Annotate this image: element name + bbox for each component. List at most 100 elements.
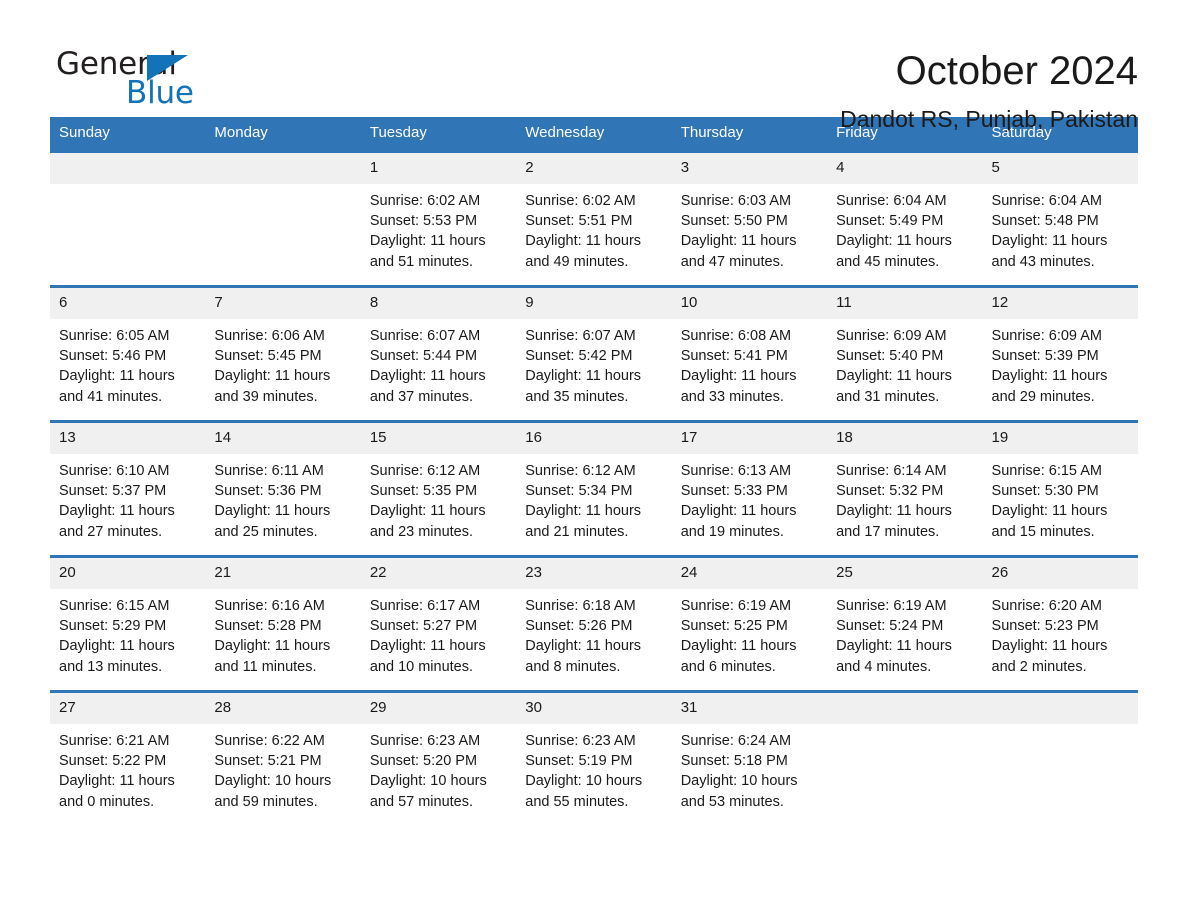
day-cell[interactable]: 4 Sunrise: 6:04 AM Sunset: 5:49 PM Daylight… bbox=[827, 151, 983, 287]
day-details: Sunrise: 6:21 AM Sunset: 5:22 PM Daylight:… bbox=[50, 724, 205, 812]
daylight-text: Daylight: 11 hours and 19 minutes. bbox=[680, 503, 797, 540]
day-cell-body: 10 Sunrise: 6:08 AM Sunset: 5:41 PM Dayligh… bbox=[671, 288, 828, 420]
sunrise-text: Sunrise: 6:15 AM bbox=[991, 463, 1102, 479]
sunrise-text: Sunrise: 6:07 AM bbox=[525, 328, 636, 344]
day-cell[interactable]: 8 Sunrise: 6:07 AM Sunset: 5:44 PM Daylight… bbox=[360, 286, 517, 422]
day-cell-body: 11 Sunrise: 6:09 AM Sunset: 5:40 PM Dayligh… bbox=[827, 288, 983, 420]
day-details: Sunrise: 6:16 AM Sunset: 5:28 PM Daylight:… bbox=[205, 589, 360, 677]
daylight-text: Daylight: 11 hours and 17 minutes. bbox=[836, 503, 952, 540]
day-cell[interactable]: 20 Sunrise: 6:15 AM Sunset: 5:29 PM Dayligh… bbox=[50, 556, 206, 692]
daylight-text: Daylight: 11 hours and 41 minutes. bbox=[59, 368, 175, 405]
sunrise-text: Sunrise: 6:06 AM bbox=[214, 328, 325, 344]
day-cell[interactable]: 25 Sunrise: 6:19 AM Sunset: 5:24 PM Dayligh… bbox=[827, 556, 983, 692]
day-cell[interactable]: 30 Sunrise: 6:23 AM Sunset: 5:19 PM Dayligh… bbox=[516, 691, 672, 825]
day-cell[interactable]: 31 Sunrise: 6:24 AM Sunset: 5:18 PM Dayligh… bbox=[671, 691, 828, 825]
day-cell[interactable]: 10 Sunrise: 6:08 AM Sunset: 5:41 PM Dayligh… bbox=[671, 286, 828, 422]
day-cell[interactable]: 23 Sunrise: 6:18 AM Sunset: 5:26 PM Dayligh… bbox=[516, 556, 672, 692]
day-details: Sunrise: 6:10 AM Sunset: 5:37 PM Daylight:… bbox=[50, 454, 205, 542]
page-header: General Blue October 2024 Dandot RS, Pun… bbox=[50, 0, 1138, 132]
day-details: Sunrise: 6:11 AM Sunset: 5:36 PM Daylight:… bbox=[205, 454, 360, 542]
daylight-text: Daylight: 11 hours and 43 minutes. bbox=[991, 233, 1108, 270]
day-cell[interactable]: 7 Sunrise: 6:06 AM Sunset: 5:45 PM Daylight… bbox=[205, 286, 361, 422]
sunrise-text: Sunrise: 6:09 AM bbox=[836, 328, 947, 344]
sunrise-text: Sunrise: 6:21 AM bbox=[59, 733, 170, 749]
daylight-text: Daylight: 11 hours and 37 minutes. bbox=[369, 368, 486, 405]
day-cell[interactable]: 15 Sunrise: 6:12 AM Sunset: 5:35 PM Dayligh… bbox=[360, 421, 517, 557]
day-cell[interactable]: 16 Sunrise: 6:12 AM Sunset: 5:34 PM Dayligh… bbox=[516, 421, 672, 557]
day-number: 10 bbox=[671, 288, 828, 319]
day-number bbox=[205, 153, 361, 184]
sunset-text: Sunset: 5:42 PM bbox=[525, 348, 633, 365]
day-number: 4 bbox=[827, 153, 983, 184]
day-number: 16 bbox=[516, 423, 672, 454]
day-cell[interactable]: 2 Sunrise: 6:02 AM Sunset: 5:51 PM Daylight… bbox=[516, 151, 672, 287]
sunrise-text: Sunrise: 6:02 AM bbox=[525, 193, 636, 209]
day-number: 14 bbox=[205, 423, 361, 454]
daylight-text: Daylight: 11 hours and 0 minutes. bbox=[59, 773, 175, 810]
sunset-text: Sunset: 5:26 PM bbox=[525, 618, 633, 635]
day-cell[interactable]: 12 Sunrise: 6:09 AM Sunset: 5:39 PM Dayligh… bbox=[982, 286, 1138, 422]
title-block: October 2024 Dandot RS, Punjab, Pakistan bbox=[230, 46, 1138, 134]
day-cell-body: 4 Sunrise: 6:04 AM Sunset: 5:49 PM Daylight… bbox=[827, 153, 983, 285]
daylight-text: Daylight: 11 hours and 8 minutes. bbox=[525, 638, 642, 675]
day-cell-body: 16 Sunrise: 6:12 AM Sunset: 5:34 PM Dayligh… bbox=[516, 423, 672, 555]
day-cell[interactable]: 27 Sunrise: 6:21 AM Sunset: 5:22 PM Dayligh… bbox=[50, 691, 206, 825]
day-cell-body bbox=[50, 153, 206, 285]
day-cell[interactable]: 1 Sunrise: 6:02 AM Sunset: 5:53 PM Daylight… bbox=[360, 151, 517, 287]
day-details: Sunrise: 6:22 AM Sunset: 5:21 PM Daylight:… bbox=[205, 724, 360, 812]
day-number: 12 bbox=[982, 288, 1138, 319]
general-blue-logo[interactable]: General Blue bbox=[50, 46, 230, 111]
sunset-text: Sunset: 5:24 PM bbox=[836, 618, 944, 635]
calendar-week-row: 6 Sunrise: 6:05 AM Sunset: 5:46 PM Daylight… bbox=[50, 286, 1138, 422]
day-cell-empty bbox=[827, 691, 983, 825]
sunset-text: Sunset: 5:36 PM bbox=[214, 483, 322, 500]
day-cell-body: 15 Sunrise: 6:12 AM Sunset: 5:35 PM Dayligh… bbox=[360, 423, 517, 555]
day-cell[interactable]: 3 Sunrise: 6:03 AM Sunset: 5:50 PM Daylight… bbox=[671, 151, 828, 287]
day-details: Sunrise: 6:07 AM Sunset: 5:42 PM Daylight:… bbox=[516, 319, 671, 407]
day-cell[interactable]: 19 Sunrise: 6:15 AM Sunset: 5:30 PM Dayligh… bbox=[982, 421, 1138, 557]
day-cell[interactable]: 17 Sunrise: 6:13 AM Sunset: 5:33 PM Dayligh… bbox=[671, 421, 828, 557]
day-cell[interactable]: 11 Sunrise: 6:09 AM Sunset: 5:40 PM Dayligh… bbox=[827, 286, 983, 422]
day-number: 27 bbox=[50, 693, 206, 724]
day-details: Sunrise: 6:09 AM Sunset: 5:40 PM Daylight:… bbox=[827, 319, 982, 407]
day-details: Sunrise: 6:05 AM Sunset: 5:46 PM Daylight:… bbox=[50, 319, 205, 407]
day-cell[interactable]: 24 Sunrise: 6:19 AM Sunset: 5:25 PM Dayligh… bbox=[671, 556, 828, 692]
day-cell[interactable]: 28 Sunrise: 6:22 AM Sunset: 5:21 PM Dayligh… bbox=[205, 691, 361, 825]
daylight-text: Daylight: 10 hours and 55 minutes. bbox=[525, 773, 643, 810]
day-cell[interactable]: 14 Sunrise: 6:11 AM Sunset: 5:36 PM Dayligh… bbox=[205, 421, 361, 557]
daylight-text: Daylight: 11 hours and 49 minutes. bbox=[525, 233, 642, 270]
daylight-text: Daylight: 11 hours and 33 minutes. bbox=[680, 368, 797, 405]
day-number: 5 bbox=[982, 153, 1138, 184]
day-details: Sunrise: 6:02 AM Sunset: 5:51 PM Daylight:… bbox=[516, 184, 671, 272]
daylight-text: Daylight: 11 hours and 4 minutes. bbox=[836, 638, 952, 675]
day-details: Sunrise: 6:17 AM Sunset: 5:27 PM Daylight:… bbox=[361, 589, 516, 677]
day-cell[interactable]: 13 Sunrise: 6:10 AM Sunset: 5:37 PM Dayligh… bbox=[50, 421, 206, 557]
day-cell[interactable]: 26 Sunrise: 6:20 AM Sunset: 5:23 PM Dayligh… bbox=[982, 556, 1138, 692]
day-cell-body: 19 Sunrise: 6:15 AM Sunset: 5:30 PM Dayligh… bbox=[982, 423, 1138, 555]
sunrise-text: Sunrise: 6:19 AM bbox=[836, 598, 947, 614]
day-cell[interactable]: 5 Sunrise: 6:04 AM Sunset: 5:48 PM Daylight… bbox=[982, 151, 1138, 287]
daylight-text: Daylight: 11 hours and 15 minutes. bbox=[991, 503, 1108, 540]
day-cell[interactable]: 21 Sunrise: 6:16 AM Sunset: 5:28 PM Dayligh… bbox=[205, 556, 361, 692]
page-title: October 2024 bbox=[895, 49, 1138, 93]
day-cell[interactable]: 6 Sunrise: 6:05 AM Sunset: 5:46 PM Daylight… bbox=[50, 286, 206, 422]
day-cell-body: 18 Sunrise: 6:14 AM Sunset: 5:32 PM Dayligh… bbox=[827, 423, 983, 555]
day-cell[interactable]: 9 Sunrise: 6:07 AM Sunset: 5:42 PM Daylight… bbox=[516, 286, 672, 422]
day-cell-empty bbox=[982, 691, 1138, 825]
calendar-week-row: 27 Sunrise: 6:21 AM Sunset: 5:22 PM Dayligh… bbox=[50, 691, 1138, 825]
day-cell-body: 28 Sunrise: 6:22 AM Sunset: 5:21 PM Dayligh… bbox=[205, 693, 361, 825]
day-cell-body: 3 Sunrise: 6:03 AM Sunset: 5:50 PM Daylight… bbox=[671, 153, 828, 285]
daylight-text: Daylight: 11 hours and 21 minutes. bbox=[525, 503, 642, 540]
day-number: 13 bbox=[50, 423, 206, 454]
day-cell-body: 9 Sunrise: 6:07 AM Sunset: 5:42 PM Daylight… bbox=[516, 288, 672, 420]
day-cell-body: 14 Sunrise: 6:11 AM Sunset: 5:36 PM Dayligh… bbox=[205, 423, 361, 555]
day-cell[interactable]: 29 Sunrise: 6:23 AM Sunset: 5:20 PM Dayligh… bbox=[360, 691, 517, 825]
day-cell[interactable]: 18 Sunrise: 6:14 AM Sunset: 5:32 PM Dayligh… bbox=[827, 421, 983, 557]
day-details: Sunrise: 6:09 AM Sunset: 5:39 PM Daylight:… bbox=[983, 319, 1138, 407]
day-number: 28 bbox=[205, 693, 361, 724]
sunrise-text: Sunrise: 6:05 AM bbox=[59, 328, 170, 344]
day-cell[interactable]: 22 Sunrise: 6:17 AM Sunset: 5:27 PM Dayligh… bbox=[360, 556, 517, 692]
sunrise-text: Sunrise: 6:15 AM bbox=[59, 598, 170, 614]
daylight-text: Daylight: 10 hours and 53 minutes. bbox=[680, 773, 798, 810]
sunrise-text: Sunrise: 6:03 AM bbox=[680, 193, 792, 209]
